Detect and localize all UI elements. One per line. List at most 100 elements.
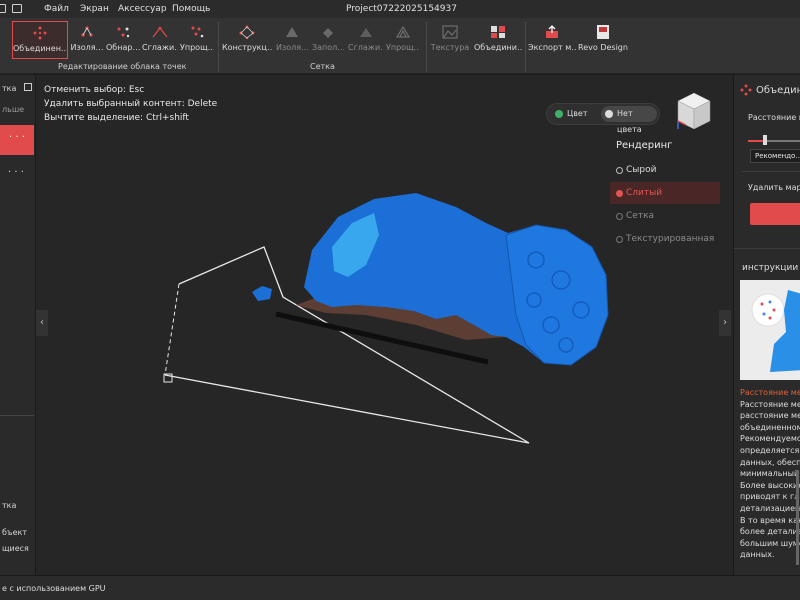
export-icon [546, 25, 558, 38]
fill-button[interactable]: Запол… [312, 21, 344, 59]
radio-icon [616, 213, 623, 220]
smooth-button[interactable]: Сглажи… [142, 21, 178, 59]
isolate-button[interactable]: Изоля… [70, 21, 104, 59]
construct-label: Конструкц… [222, 43, 272, 52]
isolate-mesh-button[interactable]: Изоля… [276, 21, 308, 59]
rendering-panel: Рендеринг Сырой Слитый Сетка Текстуриров… [610, 140, 720, 251]
folder-icon[interactable] [12, 4, 22, 13]
menu-file[interactable]: Файл [44, 4, 69, 14]
smooth-mesh-icon [360, 28, 372, 37]
fill-label: Запол… [312, 43, 344, 52]
render-raw-option[interactable]: Сырой [610, 159, 720, 181]
group-label-mesh: Сетка [310, 62, 335, 71]
toolbar-separator [525, 22, 526, 72]
instructions-line: В то время как … [740, 515, 800, 525]
left-panel: тка льше · · · · · · тка бъект щиеся [0, 75, 36, 575]
color-option-label: Цвет [567, 109, 588, 118]
instructions-line: более детализ… [740, 527, 800, 537]
left-panel-label: льше [2, 105, 25, 114]
no-color-icon [605, 110, 613, 118]
render-merged-option[interactable]: Слитый [610, 182, 720, 204]
simplify-mesh-button[interactable]: Упрощ… [386, 21, 420, 59]
simplify-label: Упрощ… [180, 43, 214, 52]
view-cube[interactable] [672, 89, 716, 133]
simplify-mesh-label: Упрощ… [386, 43, 420, 52]
instructions-line: расстояние ме… [740, 411, 800, 421]
more-icon[interactable]: · · · [8, 167, 24, 178]
construct-button[interactable]: Конструкц… [222, 21, 272, 59]
distance-label: Расстояние м… [748, 113, 800, 122]
isolate-mesh-icon [286, 27, 298, 37]
instructions-line: Расстояние меж… [740, 399, 800, 409]
render-option-label: Сетка [626, 211, 655, 221]
detect-label: Обнар… [106, 43, 140, 52]
instructions-heading: Расстояние ме… [740, 388, 800, 397]
right-panel: Объедин… Расстояние м… Рекомендо… Удалит… [733, 75, 800, 575]
texture-button[interactable]: Текстура [430, 21, 470, 59]
apply-button[interactable] [750, 203, 800, 225]
fill-icon [323, 28, 333, 38]
simplify-mesh-icon [396, 26, 410, 38]
toolbar-separator [426, 22, 427, 72]
recommend-field[interactable]: Рекомендо… [750, 149, 800, 163]
divider [734, 248, 800, 249]
window-icon [0, 4, 6, 13]
merge-icon [33, 26, 47, 40]
color-icon [555, 110, 563, 118]
export-button[interactable]: Экспорт м… [528, 21, 576, 59]
distance-slider-fill [748, 140, 764, 142]
toolbar-separator [218, 22, 219, 72]
render-mesh-option[interactable]: Сетка [610, 205, 720, 227]
radio-icon [616, 190, 623, 197]
smooth-icon [152, 26, 168, 38]
render-textured-option[interactable]: Текстурированная [610, 228, 720, 250]
window-title: Project07222025154937 [346, 4, 457, 14]
no-color-option[interactable]: Нет цвета [601, 106, 657, 134]
radio-icon [616, 167, 623, 174]
merge-texture-label: Объедини… [474, 43, 522, 52]
left-panel-label: тка [2, 84, 17, 93]
color-mode-toggle[interactable]: Цвет Нет цвета [546, 103, 660, 134]
revo-design-button[interactable]: Revo Design [578, 21, 628, 59]
menu-bar: Файл Экран Аксессуар Помощь Project07222… [0, 0, 800, 18]
divider [0, 415, 34, 416]
render-option-label: Слитый [626, 188, 663, 198]
menu-accessory[interactable]: Аксессуар [118, 4, 167, 14]
revo-design-icon [597, 25, 609, 39]
texture-icon [442, 25, 458, 39]
instructions-line: приводят к гла… [740, 492, 800, 502]
copy-icon[interactable] [24, 83, 32, 91]
no-color-option-label: Нет цвета [617, 109, 642, 134]
menu-screen[interactable]: Экран [80, 4, 109, 14]
left-panel-label: щиеся [2, 544, 29, 553]
instructions-line: объединенном… [740, 422, 800, 432]
instructions-line: Рекомендуемо… [740, 434, 800, 444]
smooth-mesh-button[interactable]: Сглажи… [348, 21, 384, 59]
divider [742, 171, 800, 172]
detect-button[interactable]: Обнар… [106, 21, 140, 59]
instructions-line: детализацией … [740, 503, 800, 513]
merge-texture-button[interactable]: Объедини… [474, 21, 522, 59]
distance-slider-handle[interactable] [763, 135, 767, 145]
right-panel-scrollbar[interactable] [796, 470, 799, 565]
rendering-title: Рендеринг [616, 140, 673, 151]
export-label: Экспорт м… [528, 43, 576, 52]
merge-button[interactable]: Объединен… [12, 21, 68, 59]
panel-title: Объедин… [756, 85, 800, 96]
render-option-label: Сырой [626, 165, 657, 175]
selected-item-button[interactable]: · · · [0, 125, 34, 155]
3d-viewport[interactable]: Отменить выбор: Esc Удалить выбранный ко… [36, 75, 733, 575]
isolate-icon [81, 26, 93, 37]
instructions-text: Расстояние ме… Расстояние меж… расстояни… [740, 387, 800, 561]
simplify-button[interactable]: Упрощ… [180, 21, 214, 59]
isolate-mesh-label: Изоля… [276, 43, 308, 52]
selection-outline [164, 283, 180, 376]
detect-icon [117, 27, 130, 38]
menu-help[interactable]: Помощь [172, 4, 210, 14]
toolbar: Объединен… Изоля… Обнар… Сглажи… Упрощ… … [0, 18, 800, 74]
render-option-label: Текстурированная [626, 234, 715, 244]
merge-icon [740, 84, 752, 96]
color-option[interactable]: Цвет [551, 106, 601, 122]
left-panel-label: тка [2, 501, 17, 510]
merge-texture-icon [491, 26, 505, 38]
